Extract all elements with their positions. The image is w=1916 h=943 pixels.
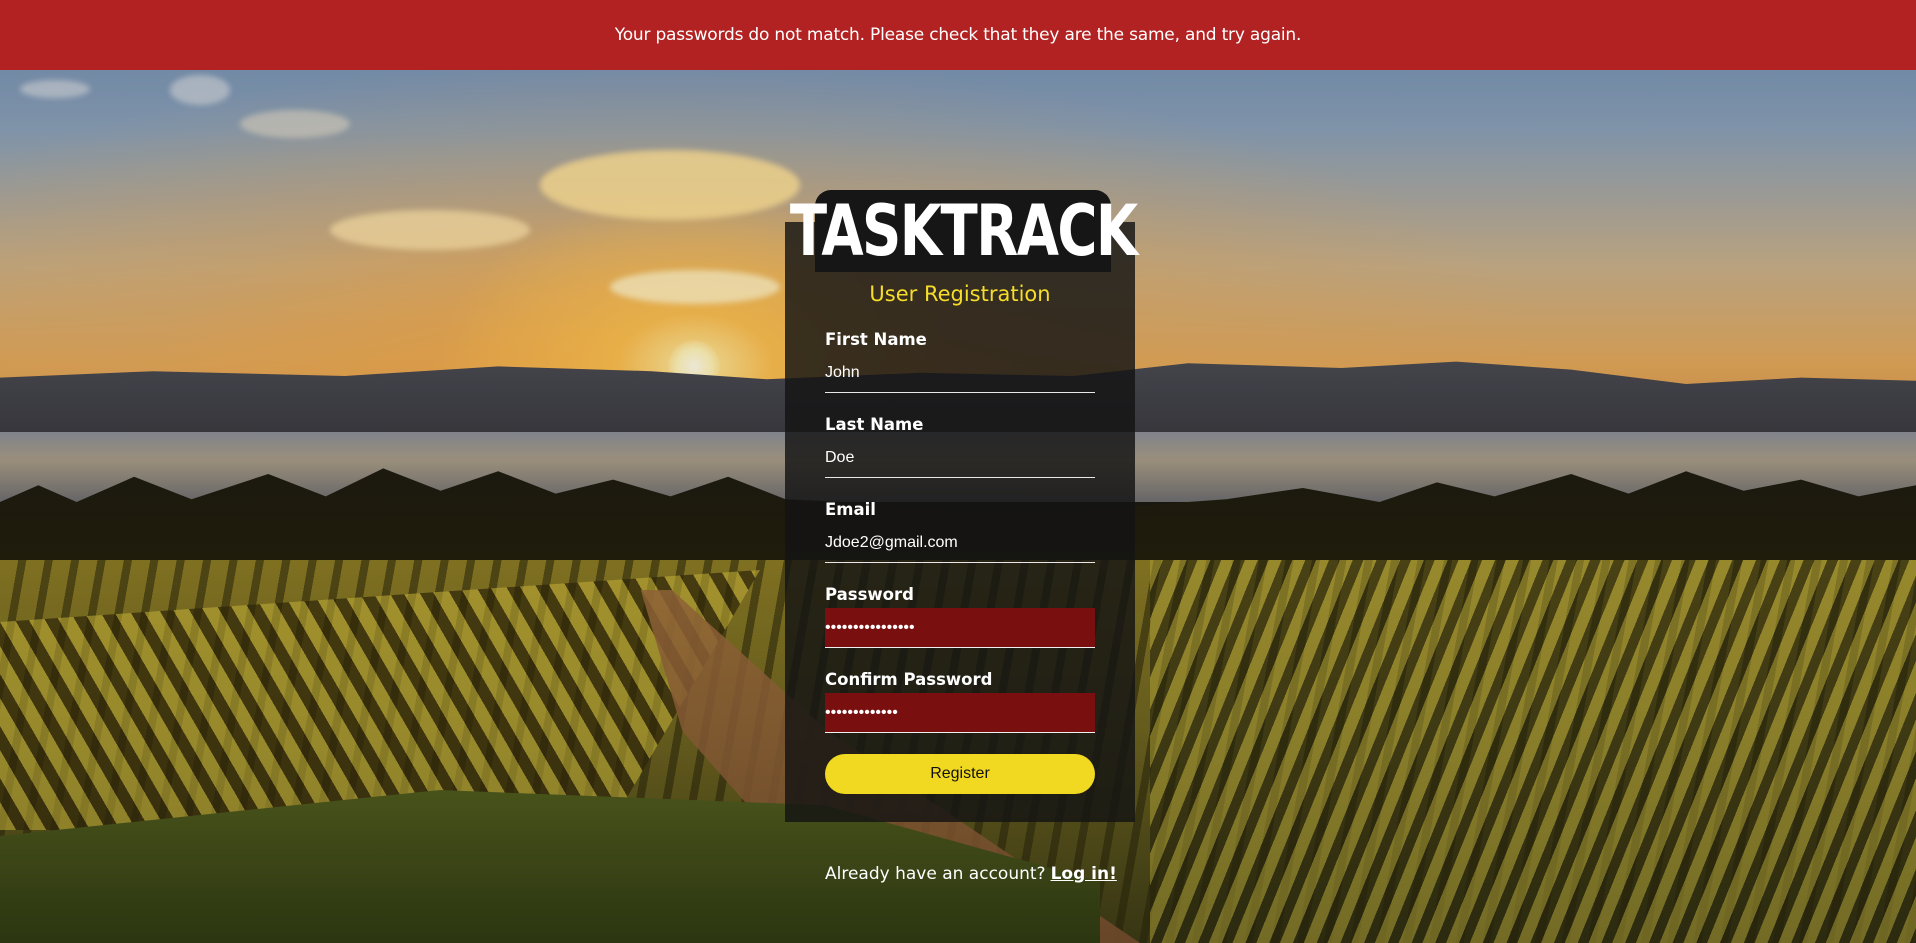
login-prompt: Already have an account? Log in! bbox=[825, 864, 1117, 884]
password-field: Password bbox=[825, 585, 1095, 648]
first-name-input[interactable] bbox=[825, 353, 1095, 393]
email-input[interactable] bbox=[825, 523, 1095, 563]
email-label: Email bbox=[825, 500, 876, 519]
confirm-password-field: Confirm Password bbox=[825, 670, 1095, 733]
last-name-field: Last Name bbox=[825, 415, 1095, 478]
error-message: Your passwords do not match. Please chec… bbox=[614, 25, 1302, 45]
logo: TASKTRACK bbox=[790, 190, 1138, 272]
first-name-field: First Name bbox=[825, 330, 1095, 393]
password-input[interactable] bbox=[825, 608, 1095, 648]
last-name-input[interactable] bbox=[825, 438, 1095, 478]
first-name-label: First Name bbox=[825, 330, 927, 349]
confirm-password-input[interactable] bbox=[825, 693, 1095, 733]
confirm-password-label: Confirm Password bbox=[825, 670, 993, 689]
login-prompt-text: Already have an account? bbox=[825, 864, 1046, 884]
register-button[interactable]: Register bbox=[825, 754, 1095, 794]
login-link[interactable]: Log in! bbox=[1051, 864, 1117, 884]
logo-text: TASKTRACK bbox=[789, 190, 1138, 272]
password-label: Password bbox=[825, 585, 914, 604]
last-name-label: Last Name bbox=[825, 415, 924, 434]
email-field: Email bbox=[825, 500, 1095, 563]
form-title: User Registration bbox=[869, 282, 1051, 306]
error-banner: Your passwords do not match. Please chec… bbox=[0, 0, 1916, 70]
